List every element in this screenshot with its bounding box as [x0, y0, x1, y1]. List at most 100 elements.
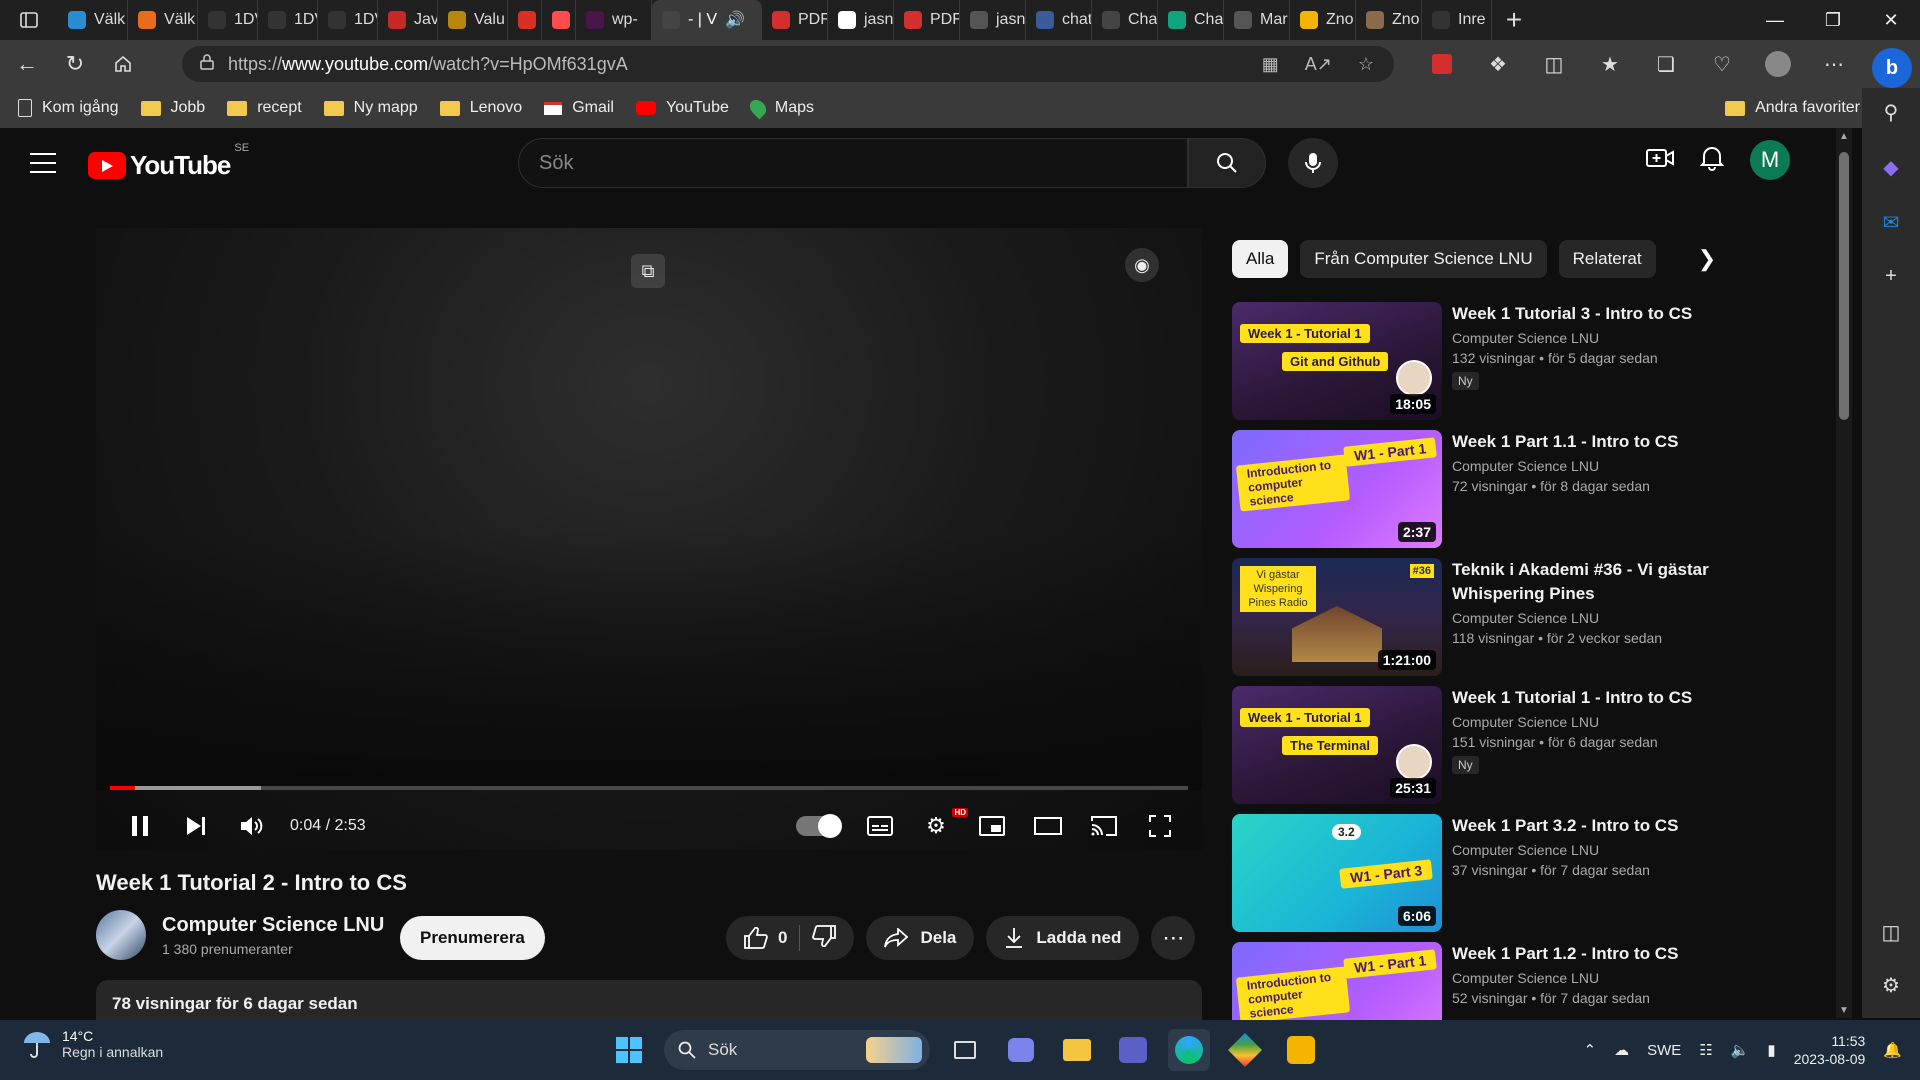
outlook-icon[interactable]: ✉ [1883, 210, 1900, 235]
browser-tab[interactable]: Valu [438, 0, 508, 40]
split-screen-icon[interactable]: ◫ [1526, 40, 1582, 88]
subscribe-button[interactable]: Prenumerera [400, 916, 545, 960]
scrollbar-thumb[interactable] [1839, 152, 1849, 420]
theater-mode-button[interactable] [1020, 802, 1076, 850]
teams-chat-icon[interactable] [1000, 1029, 1042, 1071]
recommendation-channel[interactable]: Computer Science LNU [1452, 842, 1714, 858]
cast-overlay-icon[interactable]: ◉ [1125, 248, 1159, 282]
cast-button[interactable] [1076, 802, 1132, 850]
account-avatar[interactable]: M [1750, 140, 1790, 180]
tab-actions-icon[interactable] [0, 0, 58, 40]
recommendation-item[interactable]: Week 1 - Tutorial 1 Git and Github 18:05 We… [1232, 302, 1712, 430]
favorites-icon[interactable]: ★ [1582, 40, 1638, 88]
app-available-icon[interactable]: ▦ [1262, 54, 1279, 75]
description-box[interactable]: 78 visningar för 6 dagar sedan [96, 980, 1202, 1020]
video-thumbnail[interactable]: Week 1 - Tutorial 1 The Terminal 25:31 [1232, 686, 1442, 804]
bing-chat-icon[interactable]: b [1872, 48, 1912, 88]
profile-avatar-icon[interactable] [1750, 40, 1806, 88]
browser-tab[interactable]: wp- [576, 0, 652, 40]
favorite-item[interactable]: Jobb [140, 99, 205, 117]
video-thumbnail[interactable]: Week 1 - Tutorial 1 Git and Github 18:05 [1232, 302, 1442, 420]
copilot-icon[interactable]: ◆ [1883, 155, 1898, 180]
browser-tab[interactable]: PDF [762, 0, 828, 40]
collections-icon[interactable]: ❏ [1638, 40, 1694, 88]
youtube-logo[interactable]: YouTube SE [88, 142, 249, 181]
download-button[interactable]: Ladda ned [986, 916, 1140, 960]
language-indicator[interactable]: SWE [1647, 1042, 1681, 1059]
recommendation-item[interactable]: Week 1 - Tutorial 1 The Terminal 25:31 Week… [1232, 686, 1712, 814]
favorite-item[interactable]: Gmail [544, 99, 614, 117]
browser-tab[interactable]: Mar [1224, 0, 1290, 40]
scroll-up-arrow-icon[interactable]: ▲ [1836, 128, 1852, 144]
recommendation-title[interactable]: Teknik i Akademi #36 - Vi gästar Whisper… [1452, 558, 1714, 606]
search-input[interactable]: Sök [518, 138, 1188, 188]
back-button[interactable]: ← [6, 43, 48, 85]
autoplay-toggle[interactable] [796, 814, 842, 838]
recommendation-channel[interactable]: Computer Science LNU [1452, 330, 1714, 346]
search-icon[interactable]: ⚲ [1884, 100, 1899, 125]
browser-tab[interactable]: 1DV [258, 0, 318, 40]
slides-app-icon[interactable] [1280, 1029, 1322, 1071]
browser-tab[interactable] [542, 0, 576, 40]
menu-icon[interactable] [30, 150, 56, 176]
browser-tab[interactable]: chat [1026, 0, 1092, 40]
browser-tab[interactable]: jasn [960, 0, 1026, 40]
hide-sidebar-icon[interactable]: ◫ [1882, 920, 1901, 945]
file-explorer-icon[interactable] [1056, 1029, 1098, 1071]
create-video-icon[interactable] [1646, 147, 1674, 174]
recommendation-title[interactable]: Week 1 Part 1.1 - Intro to CS [1452, 430, 1714, 454]
exit-miniplayer-icon[interactable]: ⧉ [631, 254, 665, 288]
favorite-item[interactable]: Kom igång [18, 99, 119, 117]
browser-tab[interactable]: Zno [1290, 0, 1356, 40]
favorite-item[interactable]: Maps [746, 96, 814, 120]
favorite-item[interactable]: recept [227, 99, 302, 117]
search-button[interactable] [1188, 138, 1266, 188]
refresh-button[interactable]: ↻ [54, 43, 96, 85]
recommendation-title[interactable]: Week 1 Tutorial 1 - Intro to CS [1452, 686, 1714, 710]
browser-tab[interactable]: 1DV [198, 0, 258, 40]
subtitles-button[interactable] [852, 802, 908, 850]
browser-tab[interactable]: Välk [58, 0, 128, 40]
channel-avatar[interactable] [96, 910, 146, 960]
clock[interactable]: 11:53 2023-08-09 [1794, 1032, 1866, 1068]
browser-tab[interactable]: Inre [1422, 0, 1492, 40]
maximize-button[interactable]: ❐ [1804, 0, 1862, 40]
voice-search-button[interactable] [1288, 138, 1338, 188]
volume-button[interactable] [224, 802, 280, 850]
url-field[interactable]: https://www.youtube.com/watch?v=HpOMf631… [182, 46, 1394, 82]
task-view-icon[interactable] [944, 1029, 986, 1071]
chevron-right-icon[interactable]: ❯ [1688, 240, 1726, 278]
browser-tab[interactable]: Cha [1092, 0, 1158, 40]
pause-button[interactable] [112, 802, 168, 850]
browser-essentials-icon[interactable]: ♡ [1694, 40, 1750, 88]
lock-icon[interactable] [200, 53, 214, 75]
speaker-icon[interactable]: 🔈 [1731, 1041, 1750, 1059]
recommendation-item[interactable]: Introduction to computer science W1 - Par… [1232, 430, 1712, 558]
recommendation-item[interactable]: Vi gästar Wispering Pines Radio #36 1:21:0… [1232, 558, 1712, 686]
recommendation-channel[interactable]: Computer Science LNU [1452, 970, 1714, 986]
fullscreen-button[interactable] [1132, 802, 1188, 850]
extensions-icon[interactable]: ❖ [1470, 40, 1526, 88]
new-tab-button[interactable]: + [1492, 0, 1536, 40]
browser-tab[interactable]: Cha [1158, 0, 1224, 40]
filter-chip[interactable]: Relaterat [1558, 240, 1656, 278]
browser-tab[interactable]: PDF [894, 0, 960, 40]
browser-tab[interactable]: 1DV [318, 0, 378, 40]
recommendation-item[interactable]: 3.2 W1 - Part 3 6:06 Week 1 Part 3.2 - Intr… [1232, 814, 1712, 942]
taskbar-search[interactable]: Sök [664, 1030, 930, 1070]
recommendation-title[interactable]: Week 1 Part 3.2 - Intro to CS [1452, 814, 1714, 838]
share-button[interactable]: Dela [866, 916, 975, 960]
battery-icon[interactable]: ▮ [1767, 1041, 1775, 1059]
like-button[interactable]: 0 [744, 927, 787, 949]
notification-bell-icon[interactable]: 🔔 [1883, 1041, 1902, 1059]
add-sidebar-app-icon[interactable]: + [1885, 265, 1897, 288]
recommendation-channel[interactable]: Computer Science LNU [1452, 458, 1714, 474]
more-actions-button[interactable]: ⋯ [1151, 916, 1196, 960]
read-aloud-icon[interactable]: A↗ [1305, 54, 1332, 75]
settings-more-icon[interactable]: ⋯ [1806, 40, 1862, 88]
windows-start-icon[interactable] [608, 1029, 650, 1071]
browser-tab[interactable]: Zno [1356, 0, 1422, 40]
scroll-down-arrow-icon[interactable]: ▼ [1836, 1002, 1852, 1018]
wifi-icon[interactable]: ☷ [1699, 1041, 1712, 1059]
favorite-item[interactable]: Ny mapp [323, 99, 418, 117]
